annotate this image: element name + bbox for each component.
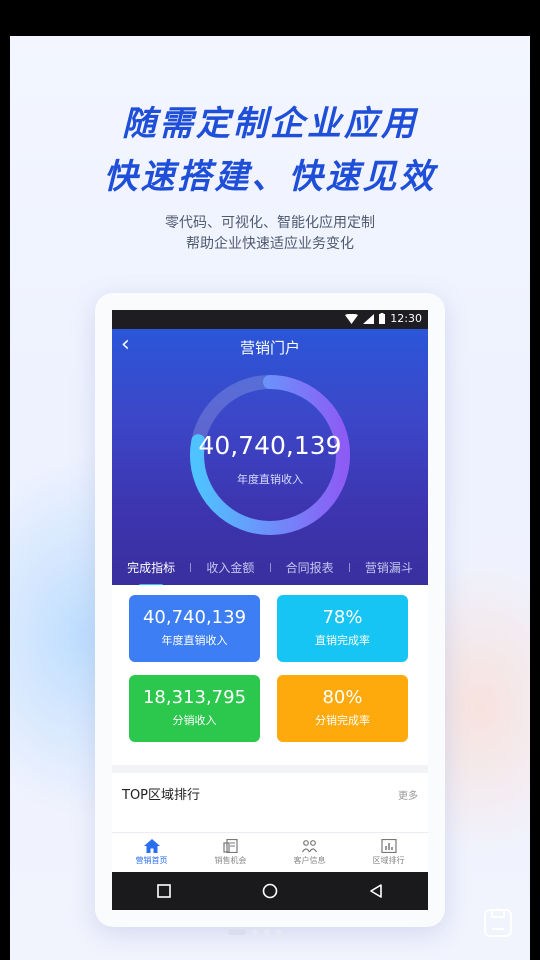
page-indicator	[228, 929, 282, 935]
kpi-value: 40,740,139	[142, 607, 247, 628]
status-bar: 12:30	[112, 310, 428, 329]
wifi-icon	[345, 313, 359, 324]
headline-line-2: 快速搭建、快速见效	[103, 157, 437, 197]
people-icon	[301, 840, 317, 853]
more-link[interactable]: 更多	[398, 787, 418, 802]
back-triangle-icon[interactable]	[369, 884, 383, 898]
nav-item-home[interactable]: 营销首页	[112, 833, 191, 873]
document-icon	[222, 839, 238, 853]
tab-contracts[interactable]: 合同报表	[271, 559, 349, 576]
nav-label: 区域排行	[372, 856, 405, 865]
kpi-value: 78%	[322, 607, 363, 628]
tab-bar: 完成指标 收入金额 合同报表 营销漏斗	[112, 549, 428, 587]
bottom-nav: 营销首页 销售机会 客户信息 区域排行	[112, 832, 428, 873]
nav-label: 客户信息	[293, 856, 326, 865]
kpi-card-direct-completion[interactable]: 78% 直销完成率	[277, 595, 408, 662]
kpi-grid: 40,740,139 年度直销收入 78% 直销完成率 18,313,795 分…	[112, 585, 428, 765]
subline-2: 帮助企业快速适应业务变化	[186, 236, 354, 252]
page-dot	[276, 929, 282, 935]
nav-item-sales-opportunities[interactable]: 销售机会	[191, 833, 270, 873]
ring-label: 年度直销收入	[237, 473, 303, 486]
nav-item-customer-info[interactable]: 客户信息	[270, 833, 349, 873]
nav-label: 营销首页	[135, 856, 168, 865]
page-title: 营销门户	[239, 339, 300, 357]
kpi-card-distribution-completion[interactable]: 80% 分销完成率	[277, 675, 408, 742]
kpi-value: 80%	[322, 687, 363, 708]
nav-label: 销售机会	[214, 856, 247, 865]
chart-icon	[380, 839, 397, 853]
battery-icon	[379, 313, 386, 324]
signal-icon	[363, 313, 375, 324]
status-time: 12:30	[390, 312, 422, 325]
kpi-label: 年度直销收入	[161, 634, 228, 647]
phone-screen: 12:30 ‹ 营销门户 40,740,139 年度直销收入 完成指标 收入金额…	[112, 310, 428, 910]
tab-completion[interactable]: 完成指标	[112, 559, 190, 587]
kpi-label: 分销收入	[172, 714, 217, 727]
top-region-ranking: TOP区域排行 更多	[112, 773, 428, 833]
page-dot	[228, 929, 246, 935]
section-title: TOP区域排行	[122, 788, 201, 803]
kpi-label: 直销完成率	[315, 634, 370, 647]
kpi-label: 分销完成率	[315, 714, 370, 727]
system-nav-bar	[112, 872, 428, 910]
home-icon	[143, 839, 160, 853]
ring-value: 40,740,139	[198, 431, 342, 460]
phone-mockup: 12:30 ‹ 营销门户 40,740,139 年度直销收入 完成指标 收入金额…	[95, 293, 445, 927]
page-dot	[252, 929, 258, 935]
kpi-card-distribution-revenue[interactable]: 18,313,795 分销收入	[129, 675, 260, 742]
promo-page: 随需定制企业应用 快速搭建、快速见效 零代码、可视化、智能化应用定制 帮助企业快…	[10, 36, 530, 960]
dashboard-hero: ‹ 营销门户 40,740,139 年度直销收入 完成指标 收入金额 合同报表 …	[112, 329, 428, 587]
recent-apps-icon[interactable]	[157, 884, 172, 898]
home-circle-icon[interactable]	[262, 883, 278, 899]
page-dot	[264, 929, 270, 935]
subline-1: 零代码、可视化、智能化应用定制	[165, 215, 375, 231]
nav-item-region-ranking[interactable]: 区域排行	[349, 833, 428, 873]
tab-revenue[interactable]: 收入金额	[191, 559, 269, 576]
kpi-card-annual-direct-revenue[interactable]: 40,740,139 年度直销收入	[129, 595, 260, 662]
tab-funnel[interactable]: 营销漏斗	[350, 559, 428, 576]
headline-line-1: 随需定制企业应用	[122, 104, 418, 144]
kpi-value: 18,313,795	[142, 687, 247, 708]
save-icon[interactable]	[483, 908, 513, 938]
